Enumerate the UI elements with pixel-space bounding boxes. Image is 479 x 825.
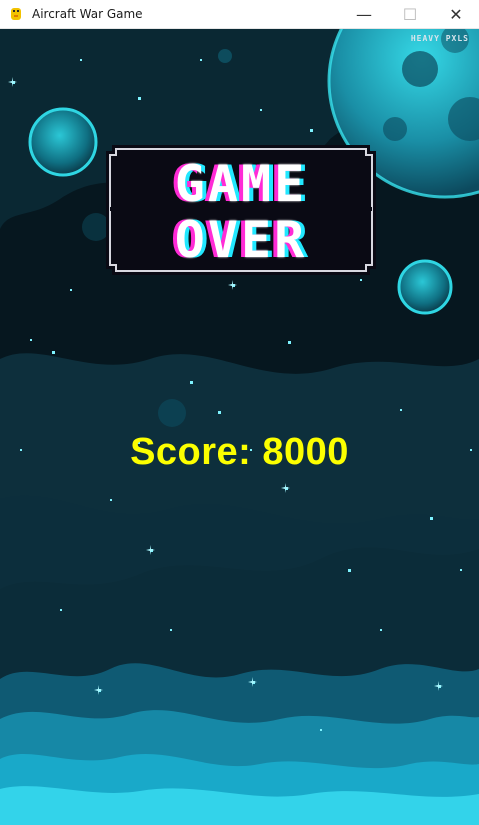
window-title: Aircraft War Game [32, 7, 143, 21]
game-canvas[interactable]: HEAVY PXLS GAME OVER Score: 8000 [0, 29, 479, 825]
game-over-word-over: OVER [174, 211, 308, 269]
small-planet-right [397, 259, 453, 315]
close-button[interactable]: ✕ [433, 0, 479, 28]
game-over-word-game: GAME [174, 155, 308, 213]
tiny-planet [218, 49, 232, 63]
small-planet-left [28, 107, 98, 177]
maximize-button[interactable]: ☐ [387, 0, 433, 28]
pygame-snake-icon [8, 6, 24, 22]
final-score: Score: 8000 [130, 431, 349, 473]
game-window: Aircraft War Game — ☐ ✕ HEAVY PXLS GAME … [0, 0, 479, 825]
tiny-planet [158, 399, 186, 427]
minimize-button[interactable]: — [341, 0, 387, 28]
game-over-logo: GAME OVER [106, 145, 376, 275]
title-bar[interactable]: Aircraft War Game — ☐ ✕ [0, 0, 479, 29]
artist-credit: HEAVY PXLS [410, 34, 469, 43]
